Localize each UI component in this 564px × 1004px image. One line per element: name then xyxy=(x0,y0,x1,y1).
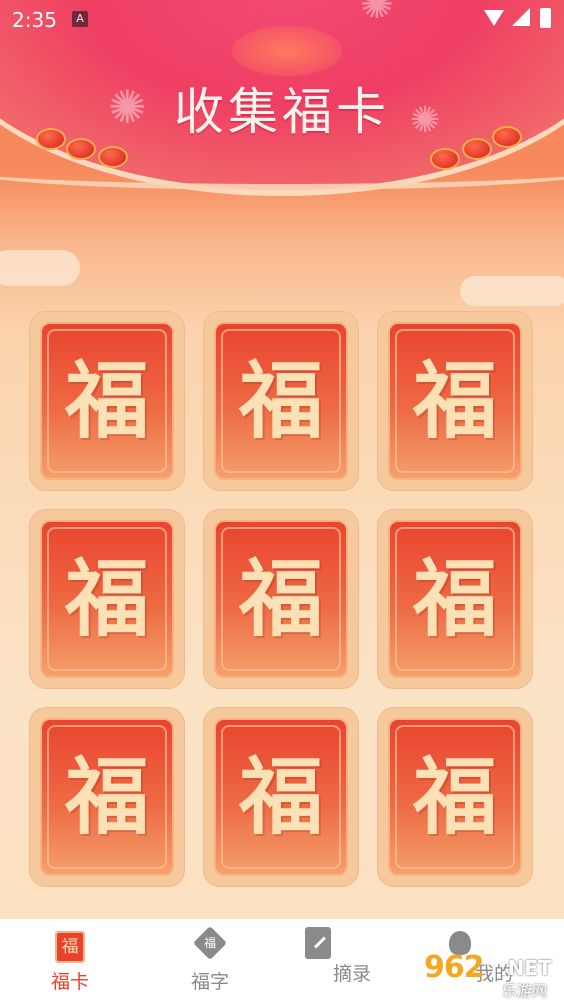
status-time: 2:35 xyxy=(12,8,57,32)
nav-label: 福字 xyxy=(190,971,229,993)
fu-card[interactable]: 福 xyxy=(30,312,184,490)
fu-card[interactable]: 福 xyxy=(30,510,184,688)
page-title: 收集福卡 xyxy=(174,83,390,141)
fu-card[interactable]: 福 xyxy=(204,312,358,490)
cloud-left xyxy=(0,250,80,286)
cloud-right xyxy=(460,276,564,306)
fu-character: 福 xyxy=(412,747,497,846)
fu-card[interactable]: 福 xyxy=(378,312,532,490)
watermark-logo: 962 xyxy=(424,950,485,985)
battery-icon xyxy=(540,8,551,28)
wifi-icon xyxy=(484,10,504,26)
signal-icon xyxy=(512,8,530,26)
fu-card[interactable]: 福 xyxy=(30,708,184,886)
watermark: 962 .NET 乐游网 xyxy=(424,950,560,1000)
fu-card[interactable]: 福 xyxy=(204,708,358,886)
fu-card-grid: 福 福 福 福 福 福 福 福 福 xyxy=(30,312,534,888)
notification-icon: A xyxy=(72,11,88,27)
fu-character: 福 xyxy=(238,351,323,450)
nav-item-fuka[interactable]: 福 福卡 xyxy=(20,927,120,999)
nav-label: 福卡 xyxy=(50,971,89,993)
fu-character: 福 xyxy=(412,351,497,450)
fu-character: 福 xyxy=(64,549,149,648)
watermark-subtitle: 乐游网 xyxy=(502,982,548,1000)
fu-card[interactable]: 福 xyxy=(378,708,532,886)
fu-character: 福 xyxy=(412,549,497,648)
watermark-net: .NET xyxy=(500,956,552,980)
fu-character: 福 xyxy=(64,351,149,450)
fu-character: 福 xyxy=(238,747,323,846)
nav-label: 摘录 xyxy=(332,963,371,985)
fu-card[interactable]: 福 xyxy=(204,510,358,688)
fu-card-icon: 福 xyxy=(55,931,85,963)
nav-item-fuzi[interactable]: 福 福字 xyxy=(160,926,260,999)
fu-character: 福 xyxy=(238,549,323,648)
fu-character: 福 xyxy=(64,747,149,846)
fu-diamond-icon: 福 xyxy=(193,926,227,960)
nav-item-zhailu[interactable]: 摘录 xyxy=(302,927,402,999)
status-bar: 2:35 A xyxy=(0,0,564,40)
fu-card[interactable]: 福 xyxy=(378,510,532,688)
screen: ✺ ✺ ✺ 收集福卡 2:35 A 福 福 福 福 福 福 福 福 福 福 福卡… xyxy=(0,0,564,1004)
notebook-icon xyxy=(305,927,331,959)
